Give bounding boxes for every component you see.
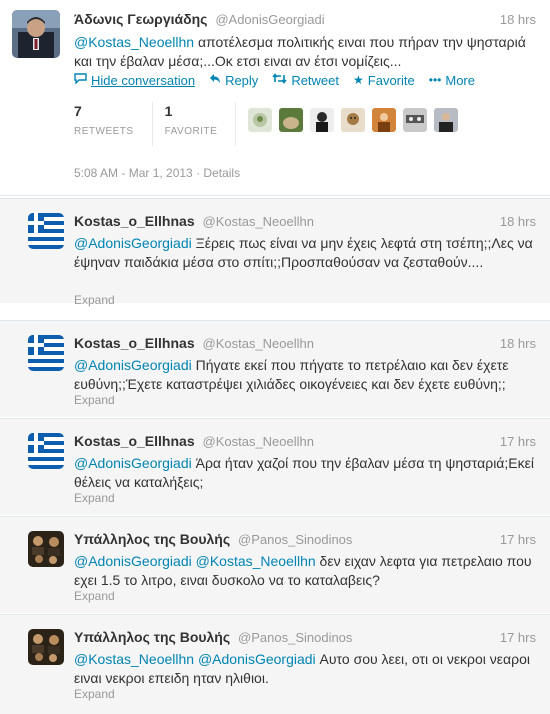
tweet-text: @AdonisGeorgiadi Ξέρεις πως είναι να μην… [74, 234, 538, 272]
reply-tweet[interactable]: Υπάλληλος της Βουλής @Panos_Sinodinos 17… [0, 614, 550, 714]
display-name[interactable]: Υπάλληλος της Βουλής [74, 629, 230, 645]
reply-tweet[interactable]: Kostas_o_Ellhnas @Kostas_Neoellhn 17 hrs… [0, 418, 550, 515]
favorite-label: Favorite [367, 72, 415, 88]
tweet-time[interactable]: 17 hrs [500, 434, 536, 449]
avatar-photo-icon [28, 531, 64, 567]
tweet-actions: Hide conversation Reply Retweet ★ Favori… [74, 71, 489, 89]
display-name[interactable]: Kostas_o_Ellhnas [74, 335, 195, 351]
retweeter-avatar[interactable] [403, 108, 428, 132]
display-name[interactable]: Kostas_o_Ellhnas [74, 213, 195, 229]
display-name[interactable]: Kostas_o_Ellhnas [74, 433, 195, 449]
reply-label: Reply [225, 72, 259, 88]
main-tweet: Άδωνις Γεωργιάδης @AdonisGeorgiadi 18 hr… [0, 0, 550, 196]
expand-link[interactable]: Expand [74, 687, 115, 701]
avatar[interactable] [28, 213, 64, 249]
retweet-button[interactable]: Retweet [272, 73, 339, 88]
author-handle[interactable]: @Panos_Sinodinos [238, 630, 352, 645]
mention-link[interactable]: @Kostas_Neoellhn [74, 34, 194, 50]
tweet-text: @Kostas_Neoellhn @AdonisGeorgiadi Αυτο σ… [74, 650, 538, 688]
tweet-meta: 5:08 AM - Mar 1, 2013 · Details [74, 166, 240, 180]
reply-tweet[interactable]: Υπάλληλος της Βουλής @Panos_Sinodinos 17… [0, 516, 550, 613]
expand-link[interactable]: Expand [74, 293, 115, 307]
author-handle[interactable]: @Kostas_Neoellhn [203, 336, 314, 351]
retweeter-avatar[interactable] [341, 108, 366, 132]
favorites-count: 1 [164, 103, 173, 119]
display-name[interactable]: Υπάλληλος της Βουλής [74, 531, 230, 547]
hide-conversation-button[interactable]: Hide conversation [74, 73, 195, 88]
tweet-text: @Kostas_Neoellhn αποτέλεσμα πολιτικής ει… [74, 33, 538, 71]
retweeter-avatar[interactable] [310, 108, 335, 132]
retweets-stat[interactable]: 7 RETWEETS [74, 102, 153, 146]
greek-flag-icon [28, 433, 64, 469]
avatar[interactable] [28, 335, 64, 371]
avatar[interactable] [28, 433, 64, 469]
avatar-photo-icon [28, 629, 64, 665]
reply-button[interactable]: Reply [209, 73, 258, 88]
more-dots-icon: ••• [428, 73, 442, 87]
retweets-label: RETWEETS [74, 126, 134, 137]
retweet-icon [272, 73, 287, 87]
retweet-label: Retweet [291, 72, 340, 88]
retweeter-avatar[interactable] [248, 108, 273, 132]
avatar[interactable] [28, 531, 64, 567]
tweet-time[interactable]: 18 hrs [500, 214, 536, 229]
mention-link[interactable]: @Kostas_Neoellhn @AdonisGeorgiadi [74, 651, 316, 667]
reply-tweet[interactable]: Kostas_o_Ellhnas @Kostas_Neoellhn 18 hrs… [0, 198, 550, 307]
mention-link[interactable]: @AdonisGeorgiadi [74, 357, 192, 373]
expand-link[interactable]: Expand [74, 589, 115, 603]
reply-tweet[interactable]: Kostas_o_Ellhnas @Kostas_Neoellhn 18 hrs… [0, 320, 550, 417]
tweet-text: @AdonisGeorgiadi Πήγατε εκεί που πήγατε … [74, 356, 538, 394]
retweeter-avatar[interactable] [372, 108, 397, 132]
author-name[interactable]: Υπάλληλος της Βουλής @Panos_Sinodinos [74, 629, 352, 645]
retweeter-avatars [248, 102, 465, 146]
author-handle[interactable]: @Panos_Sinodinos [238, 532, 352, 547]
avatar[interactable] [12, 10, 60, 58]
more-button[interactable]: ••• More [429, 73, 475, 88]
retweeter-avatar[interactable] [279, 108, 304, 132]
tweet-time[interactable]: 18 hrs [500, 336, 536, 351]
avatar[interactable] [28, 629, 64, 665]
author-name[interactable]: Kostas_o_Ellhnas @Kostas_Neoellhn [74, 213, 314, 229]
author-name[interactable]: Υπάλληλος της Βουλής @Panos_Sinodinos [74, 531, 352, 547]
mention-link[interactable]: @AdonisGeorgiadi [74, 455, 192, 471]
tweet-text: @AdonisGeorgiadi @Kostas_Neoellhn δεν ει… [74, 552, 538, 590]
greek-flag-icon [28, 213, 64, 249]
tweet-time[interactable]: 17 hrs [500, 532, 536, 547]
retweeter-avatar[interactable] [434, 108, 459, 132]
favorites-stat[interactable]: 1 FAVORITE [165, 102, 237, 146]
author-name[interactable]: Kostas_o_Ellhnas @Kostas_Neoellhn [74, 335, 314, 351]
more-label: More [445, 72, 475, 88]
tweet-stats: 7 RETWEETS 1 FAVORITE [74, 102, 465, 146]
tweet-text: @AdonisGeorgiadi Άρα ήταν χαζοί που την … [74, 454, 538, 492]
author-handle[interactable]: @Kostas_Neoellhn [203, 214, 314, 229]
greek-flag-icon [28, 335, 64, 371]
hide-conversation-label: Hide conversation [91, 72, 196, 88]
tweet-timestamp: 5:08 AM - Mar 1, 2013 [74, 166, 193, 180]
expand-link[interactable]: Expand [74, 491, 115, 505]
display-name[interactable]: Άδωνις Γεωργιάδης [74, 11, 207, 27]
mention-link[interactable]: @AdonisGeorgiadi [74, 235, 192, 251]
conversation-icon [74, 73, 87, 87]
reply-icon [209, 73, 221, 87]
mention-link[interactable]: @AdonisGeorgiadi @Kostas_Neoellhn [74, 553, 316, 569]
details-link[interactable]: Details [203, 166, 240, 180]
star-icon: ★ [353, 73, 364, 87]
favorites-label: FAVORITE [164, 126, 218, 137]
favorite-button[interactable]: ★ Favorite [353, 73, 415, 88]
expand-link[interactable]: Expand [74, 393, 115, 407]
author-name[interactable]: Kostas_o_Ellhnas @Kostas_Neoellhn [74, 433, 314, 449]
tweet-time[interactable]: 17 hrs [500, 630, 536, 645]
avatar-photo-icon [12, 10, 60, 58]
tweet-time[interactable]: 18 hrs [500, 12, 536, 27]
retweets-count: 7 [74, 103, 82, 119]
author-handle[interactable]: @AdonisGeorgiadi [215, 12, 324, 27]
author-handle[interactable]: @Kostas_Neoellhn [203, 434, 314, 449]
author-name[interactable]: Άδωνις Γεωργιάδης @AdonisGeorgiadi [74, 11, 325, 27]
